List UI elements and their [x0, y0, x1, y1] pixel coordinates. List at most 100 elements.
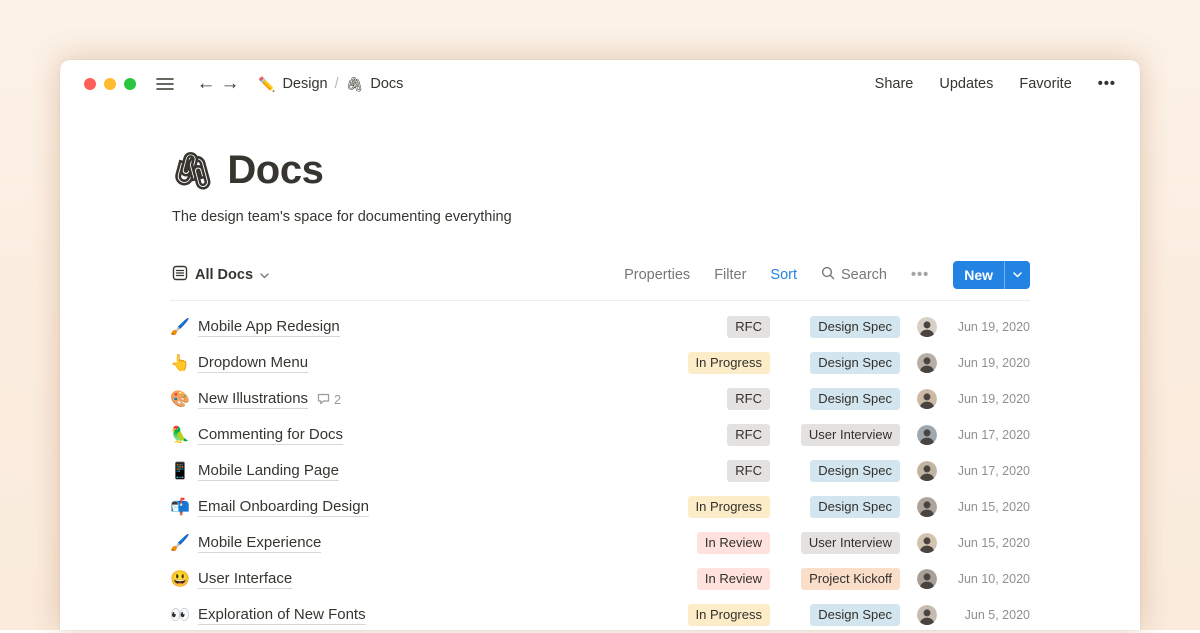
tag-cell-2: User Interview	[770, 532, 900, 554]
close-window-button[interactable]	[84, 78, 96, 90]
avatar	[917, 533, 937, 553]
tag-badge: Design Spec	[810, 352, 900, 374]
page-title-text: Docs	[227, 148, 323, 193]
table-row[interactable]: 🎨 New Illustrations 2 RFC Design Spec Ju…	[170, 381, 1030, 417]
page-header: 🖇 Docs The design team's space for docum…	[170, 148, 1030, 225]
forward-arrow-icon[interactable]: →	[218, 73, 242, 95]
doc-date: Jun 17, 2020	[946, 464, 1030, 478]
paperclip-page-icon[interactable]: 🖇	[170, 150, 215, 192]
avatar-cell	[916, 605, 938, 625]
doc-emoji-icon: 👆	[170, 353, 198, 373]
tag-cell-2: Design Spec	[770, 604, 900, 626]
titlebar-actions: Share Updates Favorite •••	[875, 76, 1116, 92]
new-button[interactable]: New	[953, 261, 1030, 289]
view-switcher[interactable]: All Docs	[170, 265, 269, 285]
doc-title-link[interactable]: Commenting for Docs	[198, 426, 343, 445]
table-row[interactable]: 📱 Mobile Landing Page RFC Design Spec Ju…	[170, 453, 1030, 489]
avatar-cell	[916, 533, 938, 553]
tag-cell-1: RFC	[650, 424, 770, 446]
updates-button[interactable]: Updates	[939, 76, 993, 92]
avatar-cell	[916, 317, 938, 337]
table-row[interactable]: 👀 Exploration of New Fonts In Progress D…	[170, 597, 1030, 633]
view-list-icon	[172, 265, 188, 285]
table-row[interactable]: 🦜 Commenting for Docs RFC User Interview…	[170, 417, 1030, 453]
doc-date: Jun 19, 2020	[946, 320, 1030, 334]
new-button-chevron-down-icon[interactable]	[1005, 261, 1030, 289]
tag-badge: RFC	[727, 460, 770, 482]
tag-cell-1: In Review	[650, 568, 770, 590]
toolbar-more-button[interactable]: •••	[911, 267, 929, 283]
minimize-window-button[interactable]	[104, 78, 116, 90]
properties-button[interactable]: Properties	[624, 267, 690, 283]
sort-button[interactable]: Sort	[770, 267, 797, 283]
new-button-label[interactable]: New	[953, 261, 1004, 289]
table-row[interactable]: 😃 User Interface In Review Project Kicko…	[170, 561, 1030, 597]
doc-date: Jun 10, 2020	[946, 572, 1030, 586]
doc-date: Jun 19, 2020	[946, 356, 1030, 370]
avatar-cell	[916, 497, 938, 517]
tag-badge: User Interview	[801, 424, 900, 446]
doc-emoji-icon: 📬	[170, 497, 198, 517]
pencil-icon: ✏️	[258, 76, 275, 93]
table-row[interactable]: 📬 Email Onboarding Design In Progress De…	[170, 489, 1030, 525]
doc-emoji-icon: 🖌️	[170, 533, 198, 553]
paperclip-icon: 🖇	[346, 76, 364, 93]
tag-badge: Project Kickoff	[801, 568, 900, 590]
avatar	[917, 497, 937, 517]
search-label: Search	[841, 267, 887, 283]
tag-cell-1: In Progress	[650, 604, 770, 626]
tag-cell-2: Design Spec	[770, 352, 900, 374]
back-arrow-icon[interactable]: ←	[194, 73, 218, 95]
share-button[interactable]: Share	[875, 76, 914, 92]
avatar	[917, 389, 937, 409]
tag-badge: RFC	[727, 424, 770, 446]
doc-title-link[interactable]: New Illustrations	[198, 390, 308, 409]
table-row[interactable]: 🖌️ Mobile App Redesign RFC Design Spec J…	[170, 309, 1030, 345]
tag-cell-2: Project Kickoff	[770, 568, 900, 590]
view-switcher-label: All Docs	[195, 267, 253, 283]
doc-title-link[interactable]: Mobile Experience	[198, 534, 321, 553]
tag-badge: In Progress	[688, 352, 770, 374]
doc-title-link[interactable]: Mobile App Redesign	[198, 318, 340, 337]
avatar-cell	[916, 569, 938, 589]
doc-date: Jun 15, 2020	[946, 500, 1030, 514]
avatar	[917, 569, 937, 589]
docs-table: 🖌️ Mobile App Redesign RFC Design Spec J…	[170, 309, 1030, 633]
tag-badge: Design Spec	[810, 604, 900, 626]
tag-cell-2: Design Spec	[770, 388, 900, 410]
tag-cell-1: In Review	[650, 532, 770, 554]
doc-title-link[interactable]: Exploration of New Fonts	[198, 606, 366, 625]
breadcrumb-item-docs[interactable]: Docs	[370, 76, 403, 92]
zoom-window-button[interactable]	[124, 78, 136, 90]
table-row[interactable]: 👆 Dropdown Menu In Progress Design Spec …	[170, 345, 1030, 381]
doc-title-link[interactable]: Email Onboarding Design	[198, 498, 369, 517]
favorite-button[interactable]: Favorite	[1019, 76, 1071, 92]
tag-badge: Design Spec	[810, 496, 900, 518]
tag-cell-2: Design Spec	[770, 460, 900, 482]
desktop-background: ← → ✏️ Design / 🖇 Docs Share Updates Fav…	[0, 0, 1200, 630]
hamburger-menu-icon[interactable]	[156, 77, 174, 91]
tag-cell-2: User Interview	[770, 424, 900, 446]
doc-title-link[interactable]: User Interface	[198, 570, 292, 589]
more-options-button[interactable]: •••	[1098, 76, 1116, 92]
doc-title-link[interactable]: Mobile Landing Page	[198, 462, 339, 481]
doc-emoji-icon: 📱	[170, 461, 198, 481]
toolbar-right: Properties Filter Sort Search ••• New	[624, 261, 1030, 289]
doc-title-link[interactable]: Dropdown Menu	[198, 354, 308, 373]
chevron-down-icon	[260, 267, 269, 283]
avatar	[917, 353, 937, 373]
tag-badge: In Progress	[688, 604, 770, 626]
tag-badge: RFC	[727, 316, 770, 338]
tag-badge: Design Spec	[810, 388, 900, 410]
search-icon	[821, 266, 835, 284]
breadcrumb-item-design[interactable]: Design	[282, 76, 327, 92]
tag-cell-1: In Progress	[650, 352, 770, 374]
avatar	[917, 461, 937, 481]
avatar-cell	[916, 425, 938, 445]
doc-date: Jun 5, 2020	[946, 608, 1030, 622]
filter-button[interactable]: Filter	[714, 267, 746, 283]
tag-cell-2: Design Spec	[770, 316, 900, 338]
search-button[interactable]: Search	[821, 266, 887, 284]
avatar-cell	[916, 353, 938, 373]
table-row[interactable]: 🖌️ Mobile Experience In Review User Inte…	[170, 525, 1030, 561]
